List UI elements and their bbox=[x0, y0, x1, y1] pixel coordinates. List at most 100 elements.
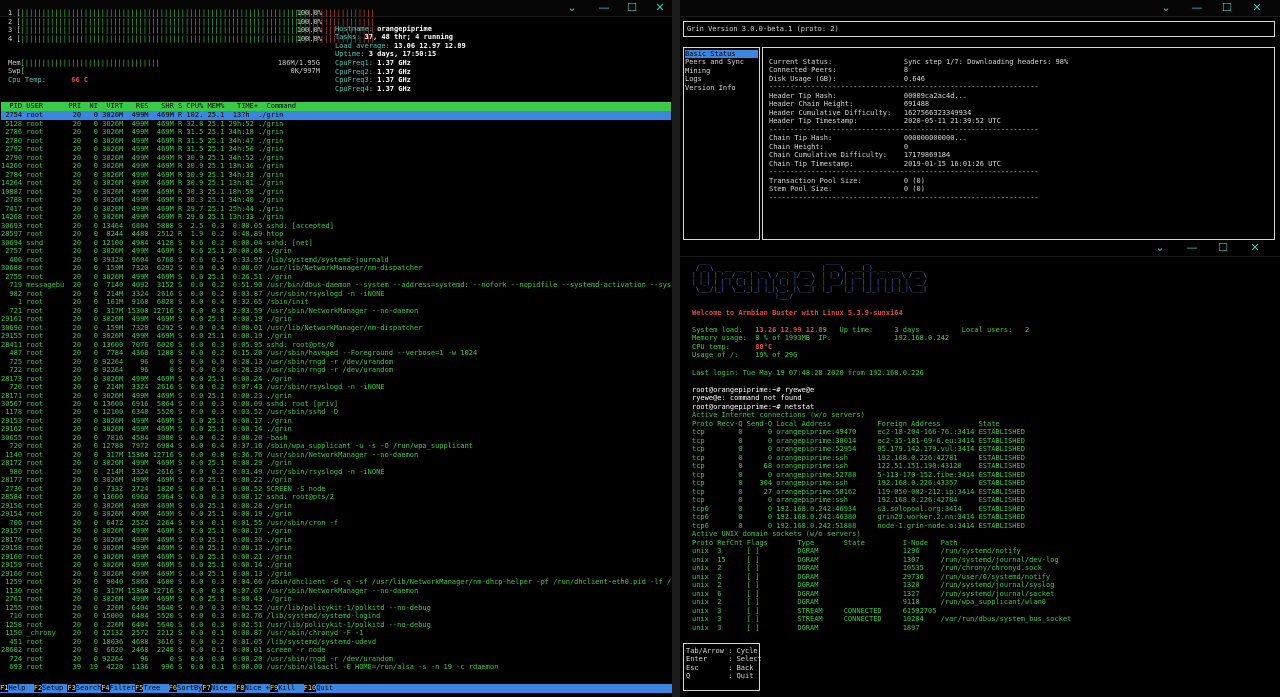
grin-version-title: Grin Version 3.0.0-beta.1 (proto: 2) bbox=[687, 25, 839, 33]
table-row[interactable]: 724 root 20 0 92264 96 0 S 0.0 0.0 0:00.… bbox=[1, 655, 671, 663]
table-row[interactable]: 29158 root 20 0 3026M 499M 469M S 0.0 25… bbox=[1, 544, 671, 552]
fkey-f6[interactable]: F6SortBy bbox=[168, 684, 202, 692]
table-row[interactable]: 30694 sshd 20 0 12100 4984 4128 S 0.6 0.… bbox=[1, 239, 671, 247]
table-row[interactable]: 28602 root 20 0 6620 2468 2248 S 0.0 0.1… bbox=[1, 646, 671, 654]
fkey-f1[interactable]: F1Help bbox=[0, 684, 34, 692]
table-row[interactable]: 2780 root 20 0 3026M 499M 469M R 31.5 25… bbox=[1, 137, 671, 145]
grin-menu-item[interactable]: Basic Status bbox=[685, 50, 758, 59]
table-row[interactable]: 693 root 39 19 4220 1136 996 S 0.0 0.1 0… bbox=[1, 663, 671, 671]
table-row[interactable]: 29160 root 20 0 3026M 499M 469M S 0.0 25… bbox=[1, 570, 671, 578]
table-row[interactable]: 30655 root 20 0 7816 4584 3080 S 0.0 0.2… bbox=[1, 434, 671, 442]
minimize-icon[interactable]: — bbox=[1185, 241, 1199, 255]
table-row[interactable]: 2788 root 20 0 3026M 499M 469M R 30.3 25… bbox=[1, 196, 671, 204]
table-row[interactable]: 1255 root 20 0 226M 6404 5640 S 0.0 0.3 … bbox=[1, 604, 671, 612]
table-row[interactable]: 1178 root 20 0 12100 6348 5520 S 0.0 0.3… bbox=[1, 408, 671, 416]
fkey-f7[interactable]: F7Nice - bbox=[202, 684, 236, 692]
chevron-down-icon[interactable]: ⌄ bbox=[1153, 241, 1167, 255]
table-row[interactable]: 30688 root 20 0 159M 7320 6292 S 0.0 0.4… bbox=[1, 264, 671, 272]
table-row[interactable]: 30690 root 20 0 159M 7320 6292 S 0.0 0.4… bbox=[1, 324, 671, 332]
close-icon[interactable]: ✕ bbox=[1248, 241, 1262, 255]
table-row[interactable]: 722 root 20 0 92264 96 0 S 0.0 0.0 0:28.… bbox=[1, 366, 671, 374]
fkey-f5[interactable]: F5Tree bbox=[134, 684, 169, 692]
table-row: tcp 0 68 orangepiprime:ssh 122.51.151.19… bbox=[692, 462, 1025, 471]
table-row[interactable]: 2736 root 20 0 7332 2724 1820 S 0.0 0.1 … bbox=[1, 485, 671, 493]
fkey-f9[interactable]: F9Kill bbox=[269, 684, 304, 692]
table-row[interactable]: 14266 root 20 0 3026M 499M 469M R 30.9 2… bbox=[1, 162, 671, 170]
table-row[interactable]: 2792 root 20 0 3026M 499M 469M R 31.5 25… bbox=[1, 145, 671, 153]
fkey-f4[interactable]: F4Filter bbox=[101, 684, 135, 692]
table-row[interactable]: 14264 root 20 0 3026M 499M 469M R 30.9 2… bbox=[1, 179, 671, 187]
table-row[interactable]: 29157 root 20 0 3026M 499M 469M S 0.0 25… bbox=[1, 527, 671, 535]
table-row[interactable]: 2761 root 20 0 3026M 499M 469M S 0.0 25.… bbox=[1, 595, 671, 603]
table-row[interactable]: 29154 root 20 0 3026M 499M 469M S 0.0 25… bbox=[1, 510, 671, 518]
table-row[interactable]: 487 root 20 0 7784 4368 1288 S 0.0 0.2 0… bbox=[1, 349, 671, 357]
table-row: unix 3 [ ] DGRAM 1897 bbox=[692, 623, 941, 632]
table-row: tcp 0 0 orangepiprime:49470 ec2-18-204-1… bbox=[692, 428, 1025, 437]
maximize-icon[interactable]: ☐ bbox=[625, 1, 639, 15]
table-row[interactable]: 1130 root 20 0 317M 15360 12716 S 0.0 0.… bbox=[1, 587, 671, 595]
minimize-icon[interactable]: — bbox=[1190, 1, 1204, 15]
table-row[interactable]: 29155 root 20 0 3026M 499M 469M S 0.0 25… bbox=[1, 332, 671, 340]
status-row: Chain Tip Timestamp: 2019-01-15 16:01:26… bbox=[769, 160, 1068, 168]
table-row[interactable]: 725 root 20 0 92264 96 0 S 0.0 0.0 0:28.… bbox=[1, 358, 671, 366]
process-row-selected[interactable]: 2754 root 20 0 3026M 499M 469M R 102. 25… bbox=[1, 111, 671, 120]
table-row[interactable]: 30693 root 20 0 13464 6884 5808 S 2.5 0.… bbox=[1, 222, 671, 230]
table-row[interactable]: 451 root 20 0 18036 4688 3616 S 0.0 0.2 … bbox=[1, 638, 671, 646]
cpu-percent: 100.0% bbox=[296, 17, 322, 26]
chevron-down-icon[interactable]: ⌄ bbox=[565, 1, 579, 15]
table-row[interactable]: 29162 root 20 0 3026M 499M 469M S 0.0 25… bbox=[1, 425, 671, 433]
table-row[interactable]: 719 messagebu 20 0 7140 4092 3152 S 0.0 … bbox=[1, 281, 671, 289]
table-row[interactable]: 5128 root 20 0 3026M 499M 469M R 32.8 25… bbox=[1, 120, 671, 128]
table-row[interactable]: 980 root 20 0 214M 3324 2616 S 0.0 0.2 0… bbox=[1, 468, 671, 476]
table-row[interactable]: 10887 root 20 0 3026M 499M 469M R 30.3 2… bbox=[1, 188, 671, 196]
fkey-f2[interactable]: F2Setup bbox=[33, 684, 68, 692]
maximize-icon[interactable]: ☐ bbox=[1220, 1, 1234, 15]
table-row[interactable]: 2790 root 20 0 3026M 499M 469M R 30.9 25… bbox=[1, 154, 671, 162]
table-row[interactable]: 706 root 20 0 6472 2524 2264 S 0.0 0.1 0… bbox=[1, 519, 671, 527]
table-row[interactable]: 982 root 20 0 214M 3324 2616 S 0.0 0.2 0… bbox=[1, 290, 671, 298]
table-row[interactable]: 2755 root 20 0 3026M 499M 469M S 0.0 25.… bbox=[1, 273, 671, 281]
table-row[interactable]: 726 root 20 0 214M 3324 2616 S 0.0 0.2 0… bbox=[1, 383, 671, 391]
table-row[interactable]: 28584 root 20 0 13600 6960 5964 S 0.0 0.… bbox=[1, 493, 671, 501]
chevron-down-icon[interactable]: ⌄ bbox=[1159, 1, 1173, 15]
fkey-f10[interactable]: F10Quit bbox=[303, 684, 333, 692]
grin-menu-item[interactable]: Logs bbox=[685, 75, 758, 83]
table-row[interactable]: 28411 root 20 0 13600 7076 6020 S 0.0 0.… bbox=[1, 341, 671, 349]
table-row[interactable]: 1150 _chrony 20 0 12132 2572 2212 S 0.0 … bbox=[1, 629, 671, 637]
table-row[interactable]: 29161 root 20 0 3026M 499M 469M S 0.0 25… bbox=[1, 315, 671, 323]
table-row[interactable]: 29159 root 20 0 3026M 499M 469M S 0.0 25… bbox=[1, 561, 671, 569]
table-row[interactable]: 710 root 20 0 15000 6484 5520 S 0.0 0.3 … bbox=[1, 612, 671, 620]
table-row[interactable]: 720 root 20 0 12788 7972 6984 S 0.0 0.4 … bbox=[1, 442, 671, 450]
table-row[interactable]: 28171 root 20 0 3026M 499M 469M S 0.0 25… bbox=[1, 392, 671, 400]
close-icon[interactable]: ✕ bbox=[1250, 1, 1264, 15]
table-row[interactable]: 406 root 20 0 39328 9604 6768 S 0.6 0.5 … bbox=[1, 256, 671, 264]
grin-menu-item[interactable]: Mining bbox=[685, 67, 758, 75]
grin-menu-item[interactable]: Peers and Sync bbox=[685, 58, 758, 66]
minimize-icon[interactable]: — bbox=[597, 1, 611, 15]
table-row[interactable]: 29156 root 20 0 3026M 499M 469M S 0.0 25… bbox=[1, 502, 671, 510]
process-table-header[interactable]: PID USER PRI NI VIRT RES SHR S CPU% MEM%… bbox=[1, 102, 671, 111]
table-row[interactable]: 1 root 20 0 161M 9168 6828 S 0.0 0.4 0:3… bbox=[1, 298, 671, 306]
grin-menu-item[interactable]: Version Info bbox=[685, 84, 758, 92]
table-row[interactable]: 1258 root 20 0 226M 6404 5640 S 0.0 0.3 … bbox=[1, 621, 671, 629]
table-row[interactable]: 2757 root 20 0 3026M 499M 469M S 0.6 25.… bbox=[1, 247, 671, 255]
table-row[interactable]: 721 root 20 0 317M 15300 12716 S 0.0 0.8… bbox=[1, 307, 671, 315]
table-row[interactable]: 30567 root 20 0 13600 6916 5864 S 0.0 0.… bbox=[1, 400, 671, 408]
table-row[interactable]: 28172 root 20 0 3026M 499M 469M S 0.0 25… bbox=[1, 459, 671, 467]
table-row[interactable]: 14268 root 20 0 3026M 499M 469M R 29.0 2… bbox=[1, 213, 671, 221]
table-row[interactable]: 28597 root 20 0 8244 4480 2512 R 1.9 0.2… bbox=[1, 230, 671, 238]
table-row[interactable]: 28176 root 20 0 3026M 499M 469M S 0.0 25… bbox=[1, 536, 671, 544]
fkey-f8[interactable]: F8Nice + bbox=[236, 684, 270, 692]
table-row[interactable]: 1259 root 20 0 9040 5860 4600 S 0.0 0.3 … bbox=[1, 578, 671, 586]
table-row[interactable]: 2786 root 20 0 3026M 499M 469M R 31.5 25… bbox=[1, 128, 671, 136]
table-row[interactable]: 29153 root 20 0 3026M 499M 469M S 0.0 25… bbox=[1, 417, 671, 425]
close-icon[interactable]: ✕ bbox=[653, 1, 667, 15]
table-row[interactable]: 2784 root 20 0 3026M 499M 469M R 30.9 25… bbox=[1, 171, 671, 179]
table-row[interactable]: 29160 root 20 0 3026M 499M 469M S 0.0 25… bbox=[1, 553, 671, 561]
fkey-f3[interactable]: F3Search bbox=[67, 684, 101, 692]
table-row[interactable]: 7417 root 20 0 3026M 499M 469M R 29.7 25… bbox=[1, 205, 671, 213]
table-row[interactable]: 1140 root 20 0 317M 15360 12716 S 0.0 0.… bbox=[1, 451, 671, 459]
table-row[interactable]: 28177 root 20 0 3026M 499M 469M S 0.0 25… bbox=[1, 476, 671, 484]
maximize-icon[interactable]: ☐ bbox=[1216, 241, 1230, 255]
table-row[interactable]: 28173 root 20 0 3026M 499M 469M S 0.0 25… bbox=[1, 375, 671, 383]
